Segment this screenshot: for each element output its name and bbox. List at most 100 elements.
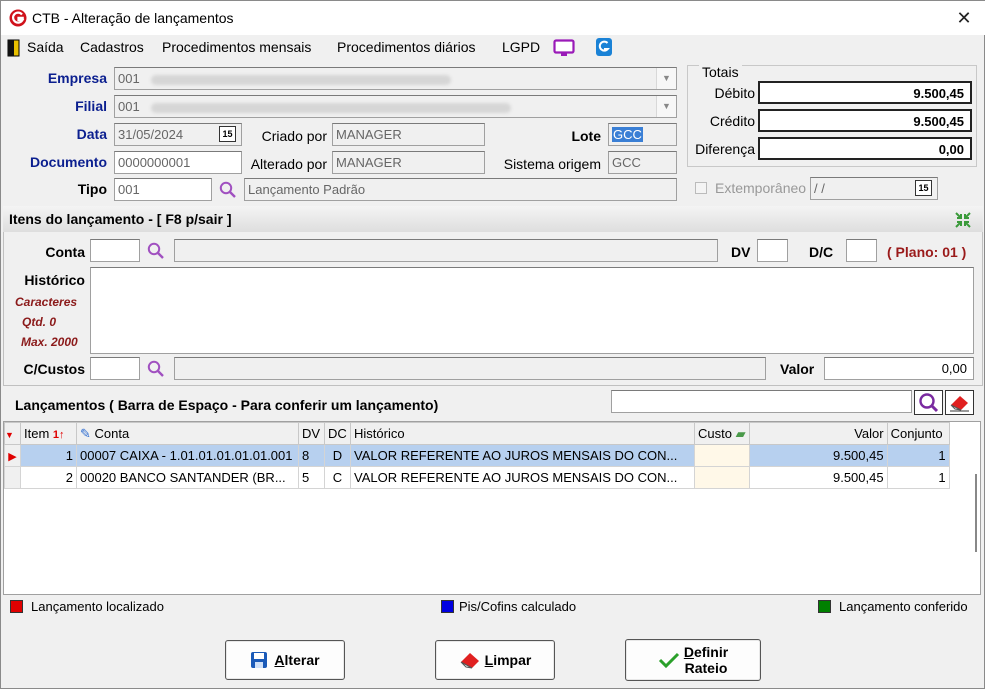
alterar-mnemonic: A (274, 652, 285, 668)
column-header-conta[interactable]: ✎ Conta (76, 422, 299, 445)
sistema-origem-input: GCC (608, 151, 677, 174)
sistema-origem-label: Sistema origem (503, 156, 601, 172)
cell-conjunto: 1 (886, 444, 950, 467)
filial-label: Filial (75, 98, 107, 114)
sort-arrow-icon: 1↑ (52, 429, 65, 441)
menu-procedimentos-mensais[interactable]: Procedimentos mensais (162, 39, 311, 55)
pencil-icon: ✎ (80, 425, 91, 441)
definir-rateio-label: Definir Rateio (684, 644, 728, 676)
cell-custo (694, 444, 750, 467)
cell-item: 1 (20, 444, 77, 467)
menu-cadastros[interactable]: Cadastros (80, 39, 144, 55)
ccustos-input[interactable] (90, 357, 140, 380)
exit-door-icon (7, 39, 20, 57)
blue-square-icon (441, 600, 454, 613)
window-title: CTB - Alteração de lançamentos (32, 10, 234, 26)
menu-procedimentos-diarios[interactable]: Procedimentos diários (337, 39, 476, 55)
cell-historico: VALOR REFERENTE AO JUROS MENSAIS DO CON.… (350, 444, 695, 467)
search-icon[interactable] (147, 242, 165, 260)
menu-lgpd[interactable]: LGPD (502, 39, 540, 55)
collapse-arrows-icon[interactable] (953, 210, 973, 230)
cell-valor: 9.500,45 (748, 466, 888, 489)
credito-label: Crédito (709, 113, 755, 129)
monitor-icon[interactable] (553, 39, 575, 57)
limpar-button[interactable]: Limpar (435, 640, 555, 680)
row-indicator (4, 466, 21, 489)
max-label: Max. 2000 (21, 335, 78, 349)
menu-bar: Saída Cadastros Procedimentos mensais Pr… (1, 35, 985, 59)
scrollbar-thumb[interactable] (975, 474, 977, 552)
data-value: 31/05/2024 (118, 127, 184, 142)
column-header-dc[interactable]: DC (324, 422, 351, 445)
table-row[interactable]: ▶ 1 00007 CAIXA - 1.01.01.01.01.01.001 8… (4, 444, 950, 467)
column-header-item[interactable]: Item 1↑ (20, 422, 77, 445)
column-header-dv[interactable]: DV (298, 422, 325, 445)
column-header-historico[interactable]: Histórico (350, 422, 695, 445)
search-button[interactable] (914, 390, 943, 415)
caracteres-label: Caracteres (15, 295, 78, 309)
table-row[interactable]: 2 00020 BANCO SANTANDER (BR... 5 C VALOR… (4, 466, 950, 489)
search-icon (919, 393, 939, 413)
qtd-label: Qtd. 0 (22, 315, 57, 329)
column-header-valor[interactable]: Valor (748, 422, 888, 445)
conta-input[interactable] (90, 239, 140, 262)
lancamentos-search-input[interactable] (611, 390, 912, 413)
lancamentos-table: ▼ Item 1↑ ✎ Conta DV DC Histórico Custo … (4, 422, 950, 489)
tipo-input[interactable]: 001 (114, 178, 212, 201)
chevron-down-icon[interactable]: ▼ (656, 68, 676, 89)
empresa-redacted (151, 74, 452, 85)
diferenca-value: 0,00 (758, 137, 972, 160)
conta-label: Conta (45, 244, 85, 260)
tipo-value: 001 (118, 182, 140, 197)
alterar-button[interactable]: Alterar (225, 640, 345, 680)
title-bar: CTB - Alteração de lançamentos ✕ (1, 1, 985, 35)
ccustos-description (174, 357, 766, 380)
empresa-select[interactable]: 001 ▼ (114, 67, 677, 90)
cell-historico: VALOR REFERENTE AO JUROS MENSAIS DO CON.… (350, 466, 695, 489)
empresa-label: Empresa (47, 70, 107, 86)
column-header-custo[interactable]: Custo ▰ (694, 422, 750, 445)
tipo-description: Lançamento Padrão (244, 178, 677, 201)
alterar-label: lterar (284, 652, 320, 668)
filial-select[interactable]: 001 ▼ (114, 95, 677, 118)
legend-conferido-text: Lançamento conferido (839, 599, 968, 614)
ccustos-label: C/Custos (23, 361, 85, 377)
legend-conferido: Lançamento conferido (818, 599, 968, 614)
data-label: Data (76, 126, 107, 142)
menu-saida[interactable]: Saída (27, 39, 64, 55)
green-square-icon (818, 600, 831, 613)
legend-piscofins-text: Pis/Cofins calculado (459, 599, 577, 614)
current-row-icon: ▶ (8, 451, 17, 463)
lote-input[interactable]: GCC (608, 123, 677, 146)
itens-section-bar: Itens do lançamento - [ F8 p/sair ] (3, 206, 983, 232)
clear-search-button[interactable] (945, 390, 974, 415)
cell-dv: 8 (298, 444, 325, 467)
close-button[interactable]: ✕ (951, 7, 977, 29)
search-icon[interactable] (219, 181, 237, 199)
definir-label: efinir (693, 644, 729, 660)
historico-textarea[interactable] (90, 267, 974, 354)
tipo-label: Tipo (77, 181, 107, 197)
cell-dc: D (324, 444, 351, 467)
g-logo-icon[interactable] (595, 37, 613, 57)
dc-input[interactable] (846, 239, 877, 262)
valor-input[interactable]: 0,00 (824, 357, 974, 380)
cell-custo (694, 466, 750, 489)
conta-description (174, 239, 718, 262)
definir-rateio-button[interactable]: Definir Rateio (625, 639, 761, 681)
calendar-icon[interactable]: 15 (219, 126, 236, 142)
column-header-conjunto[interactable]: Conjunto (886, 422, 950, 445)
vertical-scrollbar[interactable] (970, 446, 980, 594)
column-item-label: Item (24, 426, 50, 441)
extemporaneo-checkbox[interactable] (695, 182, 707, 194)
empresa-value: 001 (118, 71, 140, 86)
documento-input[interactable]: 0000000001 (114, 151, 242, 174)
valor-label: Valor (780, 361, 815, 377)
criado-input: MANAGER (332, 123, 485, 146)
search-icon[interactable] (147, 360, 165, 378)
chevron-down-icon[interactable]: ▼ (656, 96, 676, 117)
criado-value: MANAGER (336, 127, 402, 142)
checkmark-icon (658, 652, 679, 669)
dv-input[interactable] (757, 239, 788, 262)
column-conta-label: Conta (94, 425, 130, 441)
